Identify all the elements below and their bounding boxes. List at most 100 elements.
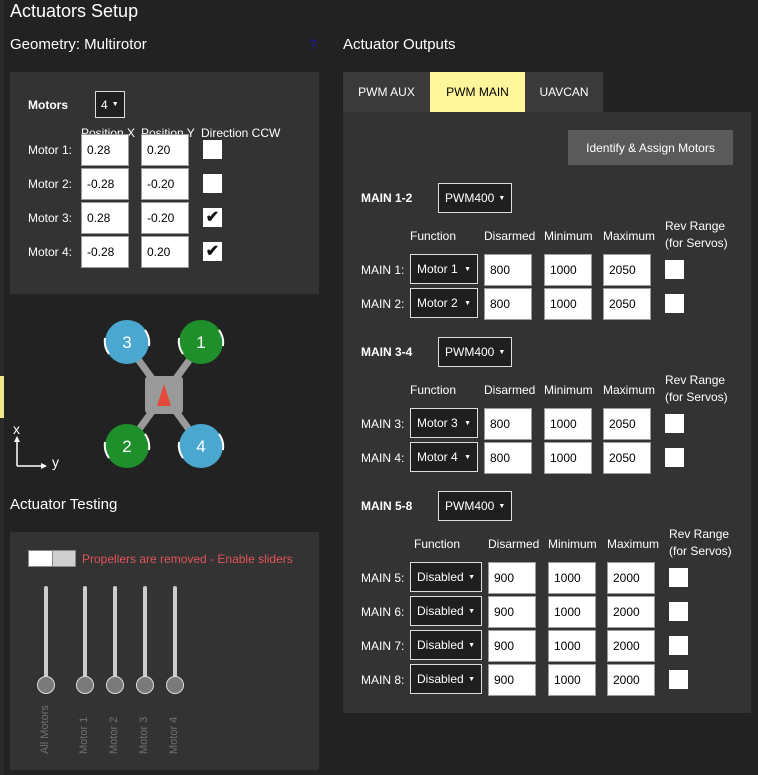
output-function-select[interactable]: Motor 1 ▼ bbox=[410, 254, 478, 284]
output-maximum-input[interactable]: 2000 bbox=[607, 562, 655, 594]
motor-direction-ccw-checkbox[interactable]: ✔ bbox=[203, 242, 222, 261]
group-rate-select[interactable]: PWM400 ▼ bbox=[438, 183, 512, 213]
output-minimum-input[interactable]: 1000 bbox=[544, 442, 592, 474]
output-disarmed-input[interactable]: 900 bbox=[488, 664, 536, 696]
motor-row-label: Motor 4: bbox=[28, 245, 73, 259]
slider-track[interactable] bbox=[113, 586, 117, 686]
output-maximum-input[interactable]: 2050 bbox=[603, 288, 651, 320]
slider-knob[interactable] bbox=[76, 676, 94, 694]
col-rev-range: Rev Range bbox=[665, 219, 726, 233]
tab-uavcan[interactable]: UAVCAN bbox=[525, 72, 603, 112]
output-row-label: MAIN 1: bbox=[361, 263, 405, 277]
tab-pwm-main[interactable]: PWM MAIN bbox=[430, 72, 525, 112]
output-rev-range-checkbox[interactable] bbox=[665, 414, 684, 433]
output-function-select[interactable]: Disabled ▼ bbox=[410, 664, 482, 694]
output-rev-range-checkbox[interactable] bbox=[665, 294, 684, 313]
enable-sliders-switch[interactable] bbox=[28, 550, 76, 567]
motor-position-y-input[interactable]: 0.20 bbox=[141, 236, 189, 268]
output-function-select-value: Motor 3 bbox=[417, 416, 458, 430]
output-disarmed-input[interactable]: 800 bbox=[484, 408, 532, 440]
motor-direction-ccw-checkbox[interactable]: ✔ bbox=[203, 208, 222, 227]
col-rev-range: Rev Range bbox=[665, 373, 726, 387]
slider-label: Motor 4 bbox=[168, 716, 180, 754]
output-maximum-input[interactable]: 2050 bbox=[603, 442, 651, 474]
output-function-select[interactable]: Motor 3 ▼ bbox=[410, 408, 478, 438]
output-function-select[interactable]: Motor 4 ▼ bbox=[410, 442, 478, 472]
output-disarmed-input[interactable]: 800 bbox=[484, 442, 532, 474]
motor-position-x-input[interactable]: 0.28 bbox=[81, 134, 129, 166]
output-rev-range-checkbox[interactable] bbox=[665, 260, 684, 279]
group-label: MAIN 5-8 bbox=[361, 499, 413, 513]
output-rev-range-checkbox[interactable] bbox=[669, 636, 688, 655]
chevron-down-icon: ▼ bbox=[498, 502, 506, 510]
chevron-down-icon: ▼ bbox=[498, 348, 506, 356]
slider-knob[interactable] bbox=[166, 676, 184, 694]
output-function-select[interactable]: Motor 2 ▼ bbox=[410, 288, 478, 318]
output-rev-range-checkbox[interactable] bbox=[669, 568, 688, 587]
group-label: MAIN 1-2 bbox=[361, 191, 413, 205]
output-disarmed-input[interactable]: 800 bbox=[484, 288, 532, 320]
output-rev-range-checkbox[interactable] bbox=[669, 670, 688, 689]
output-disarmed-input[interactable]: 800 bbox=[484, 254, 532, 286]
motor-position-y-input[interactable]: -0.20 bbox=[141, 202, 189, 234]
output-minimum-input[interactable]: 1000 bbox=[548, 630, 596, 662]
motor-position-y-input[interactable]: 0.20 bbox=[141, 134, 189, 166]
output-function-select-value: Motor 2 bbox=[417, 296, 458, 310]
output-maximum-input[interactable]: 2000 bbox=[607, 664, 655, 696]
motor-position-y-input[interactable]: -0.20 bbox=[141, 168, 189, 200]
page-title: Actuators Setup bbox=[10, 1, 139, 21]
output-function-select-value: Disabled bbox=[417, 604, 464, 618]
output-minimum-input[interactable]: 1000 bbox=[544, 408, 592, 440]
slider-knob[interactable] bbox=[37, 676, 55, 694]
tab-pwm-aux[interactable]: PWM AUX bbox=[343, 72, 430, 112]
motor-position-x-input[interactable]: 0.28 bbox=[81, 202, 129, 234]
help-icon[interactable]: ? bbox=[309, 36, 317, 52]
motor-position-x-input[interactable]: -0.28 bbox=[81, 168, 129, 200]
identify-assign-motors-button[interactable]: Identify & Assign Motors bbox=[568, 130, 733, 165]
axis-y-label: y bbox=[52, 454, 59, 470]
output-disarmed-input[interactable]: 900 bbox=[488, 596, 536, 628]
motors-label: Motors bbox=[28, 98, 68, 112]
group-rate-select[interactable]: PWM400 ▼ bbox=[438, 337, 512, 367]
output-minimum-input[interactable]: 1000 bbox=[548, 664, 596, 696]
output-function-select-value: Disabled bbox=[417, 672, 464, 686]
testing-panel: Propellers are removed - Enable sliders … bbox=[10, 532, 319, 770]
motor-direction-ccw-checkbox[interactable] bbox=[203, 174, 222, 193]
output-minimum-input[interactable]: 1000 bbox=[544, 288, 592, 320]
output-function-select[interactable]: Disabled ▼ bbox=[410, 562, 482, 592]
slider-track[interactable] bbox=[143, 586, 147, 686]
output-minimum-input[interactable]: 1000 bbox=[548, 596, 596, 628]
output-row-label: MAIN 2: bbox=[361, 297, 405, 311]
chevron-down-icon: ▼ bbox=[111, 101, 119, 108]
rotor-number: 1 bbox=[196, 333, 205, 352]
slider-knob[interactable] bbox=[106, 676, 124, 694]
output-function-select-value: Motor 4 bbox=[417, 450, 458, 464]
geometry-panel: Motors 4 ▼ Position X Position Y Directi… bbox=[10, 72, 319, 294]
output-minimum-input[interactable]: 1000 bbox=[548, 562, 596, 594]
output-disarmed-input[interactable]: 900 bbox=[488, 630, 536, 662]
output-rev-range-checkbox[interactable] bbox=[669, 602, 688, 621]
motor-direction-ccw-checkbox[interactable] bbox=[203, 140, 222, 159]
col-rev-range-servos: (for Servos) bbox=[665, 390, 728, 404]
slider-knob[interactable] bbox=[136, 676, 154, 694]
motors-count-select[interactable]: 4 ▼ bbox=[95, 91, 125, 118]
col-function: Function bbox=[414, 537, 461, 551]
output-function-select[interactable]: Disabled ▼ bbox=[410, 630, 482, 660]
motor-diagram: 1 2 3 4 x y bbox=[13, 320, 225, 470]
output-disarmed-input[interactable]: 900 bbox=[488, 562, 536, 594]
output-maximum-input[interactable]: 2000 bbox=[607, 630, 655, 662]
slider-track[interactable] bbox=[44, 586, 48, 686]
motor-position-x-input[interactable]: -0.28 bbox=[81, 236, 129, 268]
output-rev-range-checkbox[interactable] bbox=[665, 448, 684, 467]
output-function-select[interactable]: Disabled ▼ bbox=[410, 596, 482, 626]
slider-track[interactable] bbox=[83, 586, 87, 686]
output-maximum-input[interactable]: 2050 bbox=[603, 408, 651, 440]
output-maximum-input[interactable]: 2050 bbox=[603, 254, 651, 286]
group-rate-select[interactable]: PWM400 ▼ bbox=[438, 491, 512, 521]
slider-track[interactable] bbox=[173, 586, 177, 686]
group-rate-select-value: PWM400 bbox=[445, 499, 495, 513]
output-minimum-input[interactable]: 1000 bbox=[544, 254, 592, 286]
chevron-down-icon: ▼ bbox=[468, 675, 475, 683]
output-maximum-input[interactable]: 2000 bbox=[607, 596, 655, 628]
group-rate-select-value: PWM400 bbox=[445, 191, 495, 205]
